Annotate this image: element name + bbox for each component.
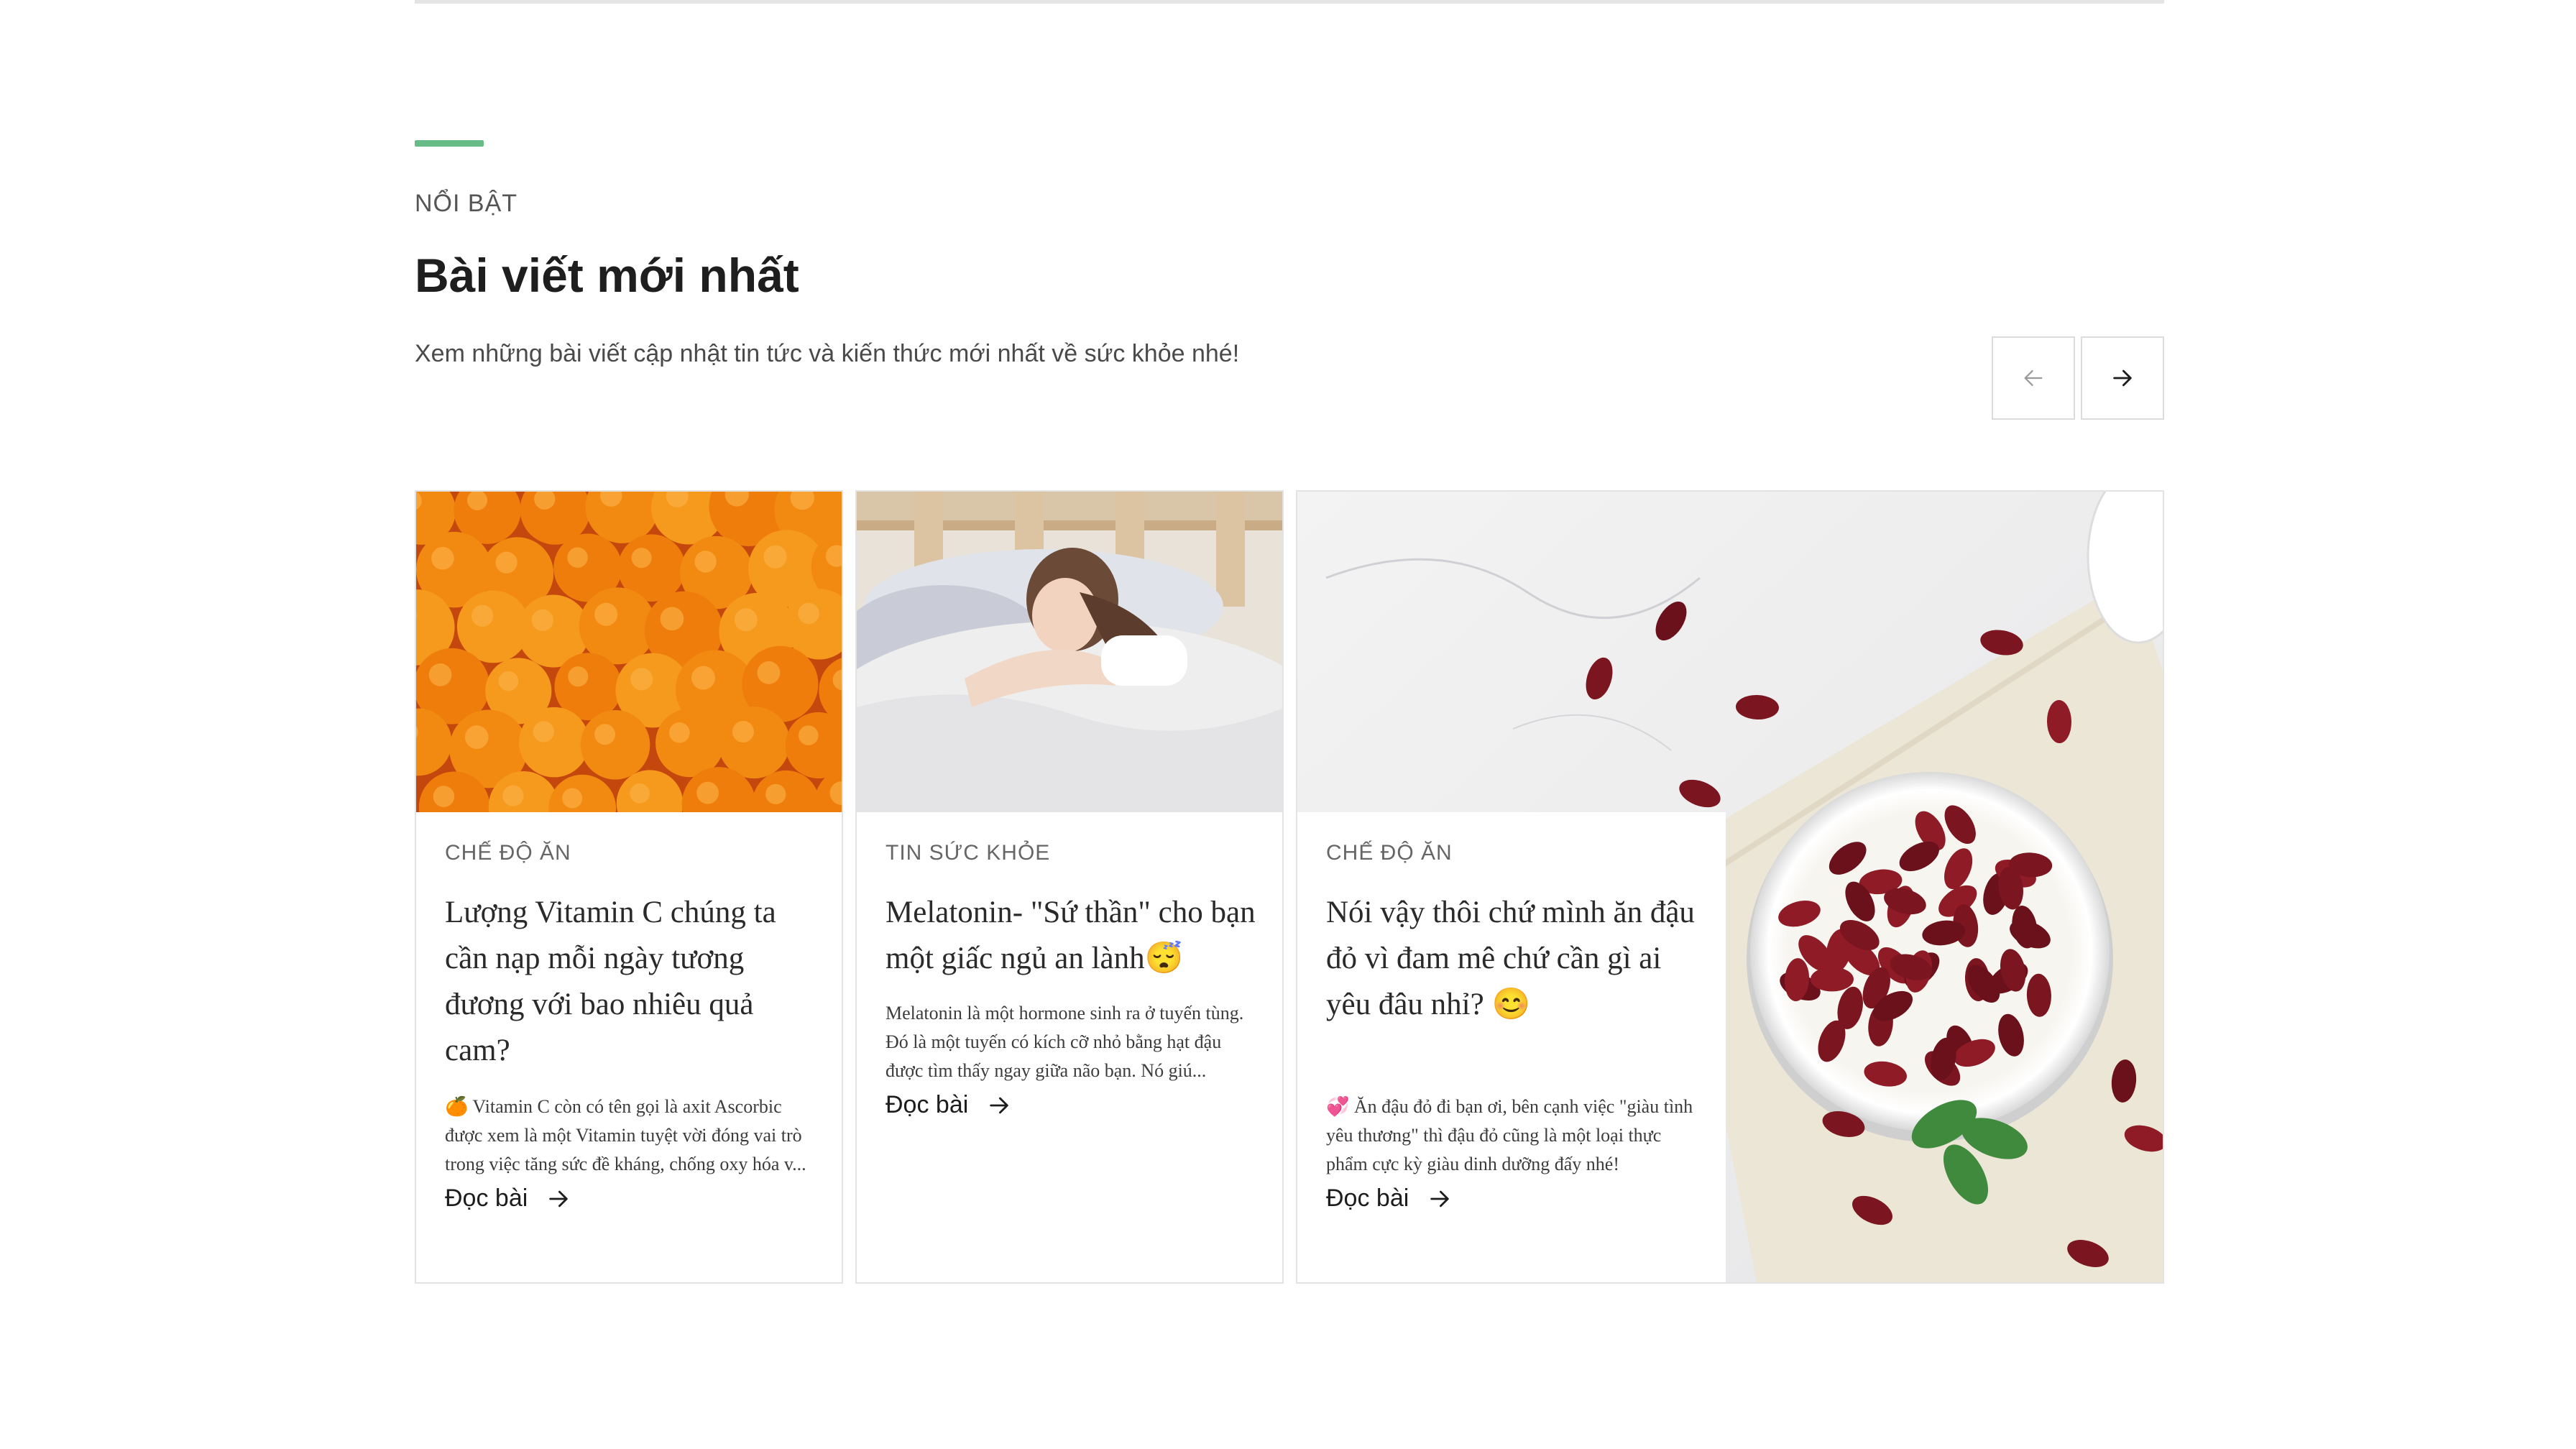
arrow-right-icon <box>549 1190 569 1207</box>
oranges-photo[interactable] <box>416 492 842 812</box>
read-more-label: Đọc bài <box>445 1184 528 1212</box>
carousel-next-button[interactable] <box>2081 336 2164 420</box>
read-more-label: Đọc bài <box>1326 1184 1409 1212</box>
post-card-red-beans[interactable]: CHẾ ĐỘ ĂN Nói vậy thôi chứ mình ăn đậu đ… <box>1296 490 2164 1284</box>
card-title[interactable]: Melatonin- "Sứ thần" cho bạn một giấc ng… <box>886 890 1274 982</box>
card-category: TIN SỨC KHỎE <box>886 841 1051 865</box>
read-more-label: Đọc bài <box>886 1091 969 1118</box>
arrow-right-icon <box>990 1097 1009 1113</box>
read-more-link[interactable]: Đọc bài <box>1326 1184 1452 1213</box>
accent-bar <box>415 140 484 147</box>
read-more-link[interactable]: Đọc bài <box>886 1091 1011 1119</box>
latest-posts-section: NỔI BẬT Bài viết mới nhất Xem những bài … <box>415 0 2164 1449</box>
arrow-left-icon <box>2024 369 2043 387</box>
section-subtitle: Xem những bài viết cập nhật tin tức và k… <box>415 340 1240 367</box>
arrow-right-icon <box>1430 1190 1450 1207</box>
card-title[interactable]: Nói vậy thôi chứ mình ăn đậu đỏ vì đam m… <box>1326 890 1700 1028</box>
read-more-link[interactable]: Đọc bài <box>445 1184 571 1213</box>
card-body: TIN SỨC KHỎE Melatonin- "Sứ thần" cho bạ… <box>857 812 1282 1282</box>
card-body: CHẾ ĐỘ ĂN Nói vậy thôi chứ mình ăn đậu đ… <box>1297 812 1726 1282</box>
card-excerpt: 💞 Ăn đậu đỏ đi bạn ơi, bên cạnh việc "gi… <box>1326 1096 1693 1174</box>
section-title: Bài viết mới nhất <box>415 249 799 302</box>
sleeping-woman-photo[interactable] <box>857 492 1282 812</box>
card-body: CHẾ ĐỘ ĂN Lượng Vitamin C chúng ta cần n… <box>416 812 842 1282</box>
section-eyebrow: NỔI BẬT <box>415 190 518 217</box>
post-card-vitamin-c[interactable]: CHẾ ĐỘ ĂN Lượng Vitamin C chúng ta cần n… <box>415 490 843 1284</box>
card-title[interactable]: Lượng Vitamin C chúng ta cần nạp mỗi ngà… <box>445 890 819 1074</box>
carousel-prev-button[interactable] <box>1992 336 2075 420</box>
card-category: CHẾ ĐỘ ĂN <box>445 841 571 865</box>
post-card-melatonin[interactable]: TIN SỨC KHỎE Melatonin- "Sứ thần" cho bạ… <box>855 490 1284 1284</box>
card-excerpt: Melatonin là một hormone sinh ra ở tuyến… <box>886 1003 1244 1081</box>
arrow-right-icon <box>2113 369 2132 387</box>
card-excerpt: 🍊 Vitamin C còn có tên gọi là axit Ascor… <box>445 1096 806 1174</box>
card-category: CHẾ ĐỘ ĂN <box>1326 841 1453 865</box>
